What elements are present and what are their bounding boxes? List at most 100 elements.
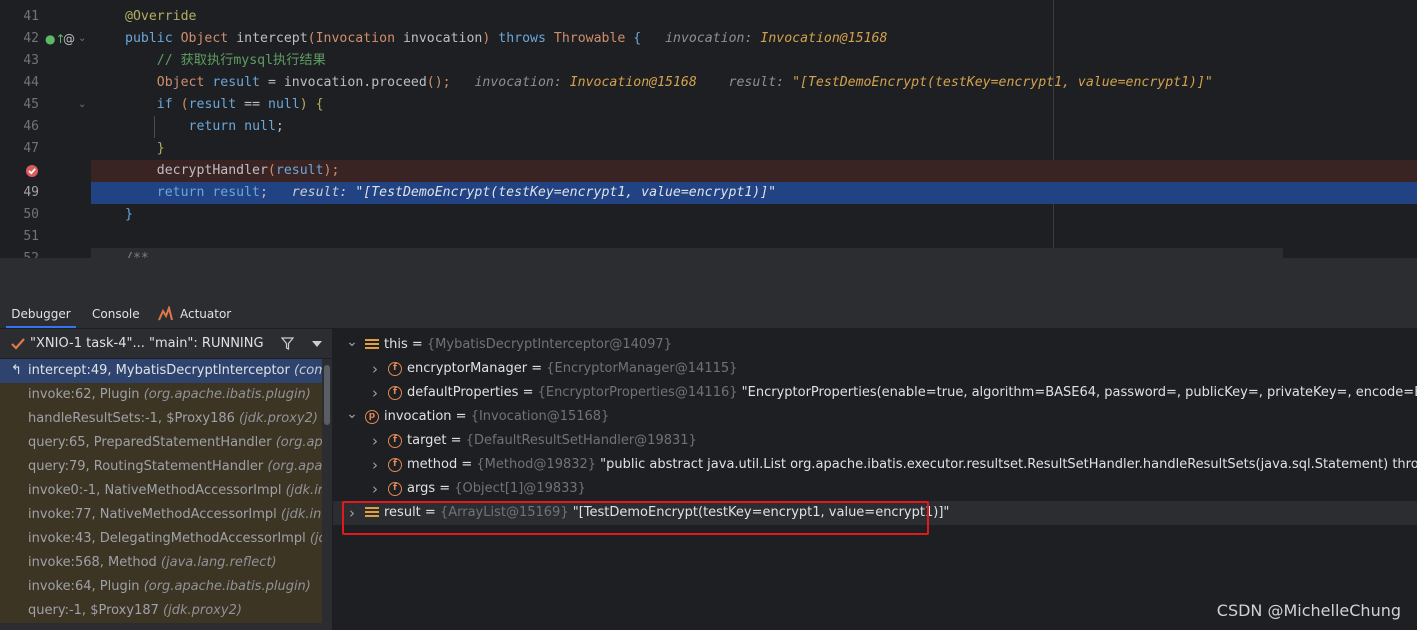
expand-chevron-right-icon[interactable]: › bbox=[368, 381, 382, 405]
debug-tab-bar: Debugger Console Actuator bbox=[0, 298, 1417, 329]
stack-frame[interactable]: handleResultSets:-1, $Proxy186 (jdk.prox… bbox=[0, 407, 322, 431]
parameter-icon: p bbox=[365, 410, 379, 424]
expand-chevron-right-icon[interactable]: › bbox=[368, 477, 382, 501]
variable-type: {MybatisDecryptInterceptor@14097} bbox=[426, 337, 672, 352]
code-line-44[interactable]: 44 Object result = invocation.proceed();… bbox=[0, 72, 1417, 94]
frames-panel: "XNIO-1 task-4"... "main": RUNNING ↰ inte… bbox=[0, 329, 332, 630]
comment: // 获取执行mysql执行结果 bbox=[156, 53, 326, 68]
code-line-50[interactable]: 50 } bbox=[0, 204, 1417, 226]
dropdown-arrow-icon[interactable] bbox=[312, 341, 322, 347]
stack-frame[interactable]: invoke:77, NativeMethodAccessorImpl (jdk… bbox=[0, 503, 322, 527]
code-text: public Object intercept(Invocation invoc… bbox=[125, 28, 887, 50]
panel-divider[interactable] bbox=[0, 258, 1417, 298]
stack-frame[interactable]: query:65, PreparedStatementHandler (org.… bbox=[0, 431, 322, 455]
variable-value: "public abstract java.util.List org.apac… bbox=[600, 457, 1417, 472]
tab-console[interactable]: Console bbox=[92, 298, 140, 328]
paren: ) { bbox=[299, 97, 324, 112]
stack-frame[interactable]: invoke:62, Plugin (org.apache.ibatis.plu… bbox=[0, 383, 322, 407]
code-text: Object result = invocation.proceed(); in… bbox=[125, 72, 1213, 94]
exception-type: Throwable bbox=[553, 31, 626, 46]
thread-selector[interactable]: "XNIO-1 task-4"... "main": RUNNING bbox=[0, 329, 332, 359]
actuator-icon bbox=[158, 306, 173, 321]
inline-hint-label: invocation: bbox=[665, 31, 753, 46]
code-line-52[interactable]: 52 /** bbox=[0, 248, 1283, 258]
code-text: decryptHandler(result); bbox=[125, 160, 340, 182]
tab-debugger[interactable]: Debugger bbox=[6, 298, 76, 328]
keyword: return bbox=[156, 185, 205, 200]
variable-row-encryptormanager[interactable]: › f encryptorManager = {EncryptorManager@1… bbox=[333, 357, 1417, 381]
variable-entry: method = {Method@19832} "public abstract… bbox=[407, 453, 1417, 477]
frame-package: (jdk.intern bbox=[280, 507, 322, 522]
line-number: 50 bbox=[23, 207, 39, 222]
gutter: 46 bbox=[0, 116, 91, 138]
fold-chevron-icon[interactable]: ⌄ bbox=[78, 28, 86, 50]
line-number: 45 bbox=[23, 97, 39, 112]
gutter: 47 bbox=[0, 138, 91, 160]
code-text: return null; bbox=[125, 116, 284, 138]
gutter: 41 bbox=[0, 6, 91, 28]
expand-chevron-right-icon[interactable]: › bbox=[368, 357, 382, 381]
variable-row-this[interactable]: ⌄ this = {MybatisDecryptInterceptor@14097… bbox=[333, 333, 1417, 357]
stack-frame[interactable]: ↰ intercept:49, MybatisDecryptInterceptor… bbox=[0, 359, 322, 383]
paren: ( bbox=[307, 31, 316, 46]
code-editor[interactable]: 41 @Override 42 ●↑ @ ⌄ public Object int… bbox=[0, 0, 1417, 258]
variable-row-defaultproperties[interactable]: › f defaultProperties = {EncryptorProperti… bbox=[333, 381, 1417, 405]
stack-frame[interactable]: query:79, RoutingStatementHandler (org.a… bbox=[0, 455, 322, 479]
code-line-51[interactable]: 51 bbox=[0, 226, 1417, 248]
inline-hint-value: "[TestDemoEncrypt(testKey=encrypt1, valu… bbox=[792, 75, 1213, 90]
variable: result bbox=[212, 185, 260, 200]
field-icon: f bbox=[388, 434, 402, 448]
variable-row-method[interactable]: › f method = {Method@19832} "public abstra… bbox=[333, 453, 1417, 477]
scroll-thumb[interactable] bbox=[324, 365, 330, 425]
code-line-45[interactable]: 45 ⌄ if (result == null) { bbox=[0, 94, 1417, 116]
variable-row-target[interactable]: › f target = {DefaultResultSetHandler@1983… bbox=[333, 429, 1417, 453]
stack-frame[interactable]: invoke:568, Method (java.lang.reflect) bbox=[0, 551, 322, 575]
expand-chevron-down-icon[interactable]: ⌄ bbox=[345, 402, 359, 426]
frame-label: invoke:77, NativeMethodAccessorImpl (jdk… bbox=[28, 503, 322, 527]
variable-row-args[interactable]: › f args = {Object[1]@19833} bbox=[333, 477, 1417, 501]
code-line-47[interactable]: 47 } bbox=[0, 138, 1417, 160]
code-line-42[interactable]: 42 ●↑ @ ⌄ public Object intercept(Invoca… bbox=[0, 28, 1417, 50]
expand-chevron-down-icon[interactable]: ⌄ bbox=[345, 330, 359, 354]
expand-chevron-right-icon[interactable]: › bbox=[368, 453, 382, 477]
stack-frame[interactable]: invoke:43, DelegatingMethodAccessorImpl … bbox=[0, 527, 322, 551]
annotation-marker-icon[interactable]: @ bbox=[63, 28, 75, 50]
frame-package: (jdk.in bbox=[309, 531, 322, 546]
operator: = bbox=[267, 75, 276, 90]
field-icon: f bbox=[388, 362, 402, 376]
code-line-46[interactable]: 46 return null; bbox=[0, 116, 1417, 138]
equals-sign: = bbox=[446, 433, 466, 448]
code-text: } bbox=[125, 204, 133, 226]
fold-chevron-icon[interactable]: ⌄ bbox=[78, 94, 86, 116]
variable-name: args bbox=[407, 481, 436, 496]
method-name: intercept bbox=[236, 31, 308, 46]
inline-hint-value: Invocation@15168 bbox=[760, 31, 888, 46]
tab-actuator[interactable]: Actuator bbox=[180, 298, 231, 328]
code-text: /** bbox=[125, 248, 149, 258]
variable-entry: encryptorManager = {EncryptorManager@141… bbox=[407, 357, 737, 381]
stack-frame[interactable]: invoke0:-1, NativeMethodAccessorImpl (jd… bbox=[0, 479, 322, 503]
line-number: 44 bbox=[23, 75, 39, 90]
expand-chevron-right-icon[interactable]: › bbox=[368, 429, 382, 453]
frames-scrollbar[interactable] bbox=[322, 359, 332, 630]
code-line-48-breakpoint[interactable]: 48 decryptHandler(result); bbox=[0, 160, 1417, 182]
field-icon: f bbox=[388, 458, 402, 472]
filter-icon[interactable] bbox=[281, 337, 294, 350]
code-line-49-current[interactable]: 49 return result; result: "[TestDemoEncr… bbox=[0, 182, 1417, 204]
indent-guide bbox=[154, 116, 155, 138]
code-line-41[interactable]: 41 @Override bbox=[0, 6, 1417, 28]
variable-row-invocation[interactable]: ⌄ p invocation = {Invocation@15168} bbox=[333, 405, 1417, 429]
frame-method: invoke:77, NativeMethodAccessorImpl bbox=[28, 507, 277, 522]
variable-entry: args = {Object[1]@19833} bbox=[407, 477, 586, 501]
breakpoint-icon[interactable] bbox=[25, 164, 39, 178]
return-type: Object bbox=[180, 31, 229, 46]
frame-package: (jdk.proxy2) bbox=[239, 411, 318, 426]
keyword: if bbox=[156, 97, 173, 112]
variable-value: "EncryptorProperties(enable=true, algori… bbox=[737, 385, 1417, 400]
code-line-43[interactable]: 43 // 获取执行mysql执行结果 bbox=[0, 50, 1417, 72]
stack-frame[interactable]: query:-1, $Proxy187 (jdk.proxy2) bbox=[0, 599, 322, 623]
stack-frame[interactable]: invoke:64, Plugin (org.apache.ibatis.plu… bbox=[0, 575, 322, 599]
equals-sign: = bbox=[451, 409, 471, 424]
frame-package: (org.apache. bbox=[275, 435, 322, 450]
frame-label: invoke:568, Method (java.lang.reflect) bbox=[28, 551, 277, 575]
